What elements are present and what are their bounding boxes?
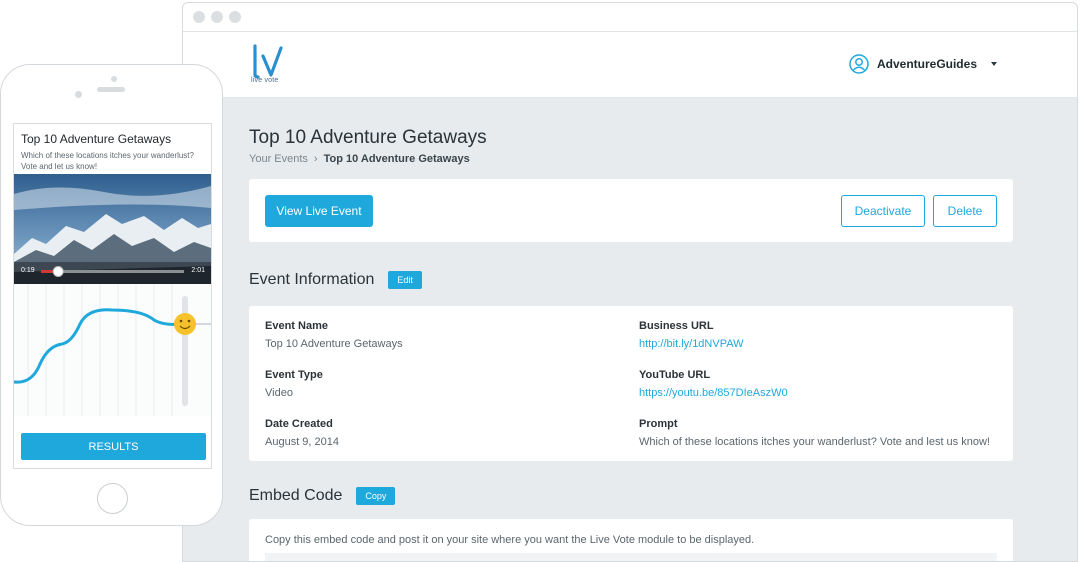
prompt-label: Prompt: [639, 418, 678, 430]
video-player[interactable]: [14, 174, 211, 284]
vote-line: [14, 308, 186, 384]
app-header: live vote AdventureGuides: [183, 32, 1077, 98]
phone-sensor: [111, 76, 117, 82]
phone-mockup: Top 10 Adventure Getaways Which of these…: [0, 64, 223, 526]
event-name-field: Event Name Top 10 Adventure Getaways: [265, 320, 403, 350]
vote-slider-track[interactable]: [182, 296, 188, 406]
breadcrumb-separator: ›: [313, 153, 318, 165]
chevron-down-icon: [991, 62, 997, 66]
embed-instructions: Copy this embed code and post it on your…: [265, 534, 755, 546]
phone-camera: [75, 91, 82, 98]
event-information-header: Event Information Edit: [249, 271, 422, 289]
user-name: AdventureGuides: [876, 57, 977, 71]
delete-button[interactable]: Delete: [933, 195, 997, 227]
edit-button[interactable]: Edit: [388, 271, 422, 289]
prompt-value: Which of these locations itches your wan…: [639, 436, 990, 448]
prompt-field: Prompt Which of these locations itches y…: [639, 418, 990, 448]
window-maximize-dot[interactable]: [229, 11, 241, 23]
results-button[interactable]: RESULTS: [21, 433, 206, 460]
breadcrumb-current: Top 10 Adventure Getaways: [323, 153, 470, 165]
embed-code-heading: Embed Code: [249, 487, 343, 504]
vote-graph: [14, 284, 211, 416]
phone-home-button[interactable]: [97, 483, 128, 514]
window-close-dot[interactable]: [193, 11, 205, 23]
mobile-title: Top 10 Adventure Getaways: [21, 132, 172, 146]
copy-button[interactable]: Copy: [356, 487, 396, 505]
event-information-heading: Event Information: [249, 271, 375, 288]
user-menu[interactable]: AdventureGuides: [849, 54, 997, 74]
actions-card: View Live Event Deactivate Delete: [249, 179, 1013, 242]
business-url-link[interactable]: http://bit.ly/1dNVPAW: [639, 338, 744, 350]
smiley-slider-handle-icon[interactable]: [174, 313, 196, 335]
view-live-event-button[interactable]: View Live Event: [265, 195, 373, 227]
event-type-label: Event Type: [265, 369, 323, 381]
browser-window: live vote AdventureGuides Top 10 Adventu…: [182, 2, 1078, 562]
event-type-field: Event Type Video: [265, 369, 323, 399]
page-title: Top 10 Adventure Getaways: [249, 127, 487, 148]
embed-code-box[interactable]: [265, 553, 997, 561]
event-name-value: Top 10 Adventure Getaways: [265, 338, 403, 350]
mobile-subtitle: Which of these locations itches your wan…: [21, 151, 194, 171]
date-created-value: August 9, 2014: [265, 436, 340, 448]
deactivate-button[interactable]: Deactivate: [841, 195, 925, 227]
event-type-value: Video: [265, 387, 293, 399]
youtube-url-link[interactable]: https://youtu.be/857DIeAszW0: [639, 387, 788, 399]
browser-chrome: [183, 3, 1077, 32]
video-scrubber[interactable]: [52, 266, 64, 277]
breadcrumb: Your Events › Top 10 Adventure Getaways: [249, 153, 470, 165]
video-time-elapsed: 0:19: [21, 267, 35, 274]
video-time-total: 2:01: [191, 267, 205, 274]
embed-code-card: Copy this embed code and post it on your…: [249, 519, 1013, 561]
phone-speaker: [97, 87, 125, 92]
event-name-label: Event Name: [265, 320, 328, 332]
event-information-card: Event Name Top 10 Adventure Getaways Bus…: [249, 306, 1013, 461]
window-minimize-dot[interactable]: [211, 11, 223, 23]
logo-text: live vote: [251, 77, 279, 84]
embed-code-header: Embed Code Copy: [249, 487, 396, 505]
youtube-url-label: YouTube URL: [639, 369, 711, 381]
date-created-field: Date Created August 9, 2014: [265, 418, 339, 448]
breadcrumb-your-events[interactable]: Your Events: [249, 153, 308, 165]
phone-screen: Top 10 Adventure Getaways Which of these…: [13, 123, 212, 469]
youtube-url-field: YouTube URL https://youtu.be/857DIeAszW0: [639, 369, 788, 399]
business-url-label: Business URL: [639, 320, 714, 332]
date-created-label: Date Created: [265, 418, 333, 430]
business-url-field: Business URL http://bit.ly/1dNVPAW: [639, 320, 744, 350]
user-avatar-icon: [849, 54, 869, 74]
